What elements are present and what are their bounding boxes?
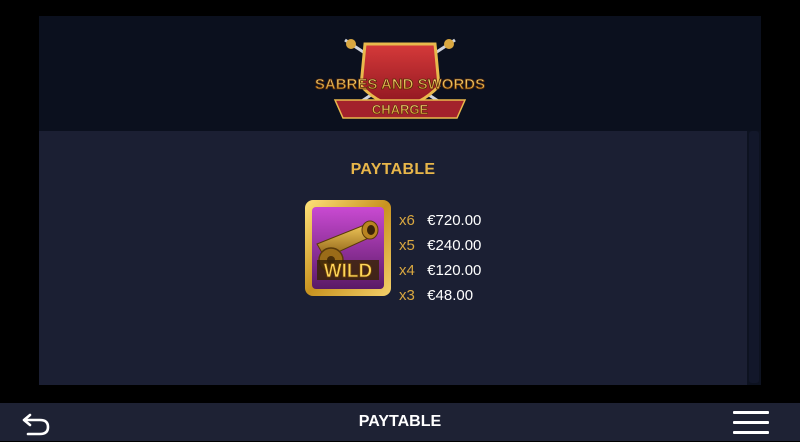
payout-multiplier: x6 <box>399 212 415 229</box>
payout-row: x5 €240.00 <box>399 237 481 262</box>
payout-amount: €120.00 <box>427 262 482 279</box>
paytable-panel: PAYTABLE WILD x6 €720.00 x5 €240.00 x4 €… <box>39 131 747 385</box>
payout-row: x4 €120.00 <box>399 262 481 287</box>
paytable-heading: PAYTABLE <box>350 161 436 178</box>
payout-multiplier: x4 <box>399 262 415 279</box>
logo-title-text: SABRES AND SWORDS <box>315 76 485 93</box>
hamburger-menu-icon[interactable] <box>733 411 769 435</box>
game-frame: SABRES AND SWORDS CHARGE PAYTABLE WILD x… <box>39 16 761 385</box>
payout-list: x6 €720.00 x5 €240.00 x4 €120.00 x3 €48.… <box>399 212 481 312</box>
payout-multiplier: x5 <box>399 237 415 254</box>
payout-amount: €48.00 <box>427 287 474 304</box>
payout-amount: €720.00 <box>427 212 482 229</box>
header: SABRES AND SWORDS CHARGE <box>39 16 761 131</box>
payout-row: x6 €720.00 <box>399 212 481 237</box>
scrollbar-thumb[interactable] <box>749 131 759 383</box>
scrollbar[interactable] <box>747 131 761 385</box>
wild-label: WILD <box>324 261 373 282</box>
game-logo: SABRES AND SWORDS CHARGE <box>315 34 485 130</box>
payout-row: x3 €48.00 <box>399 287 481 312</box>
payout-amount: €240.00 <box>427 237 482 254</box>
logo-graphic: SABRES AND SWORDS CHARGE <box>315 38 485 119</box>
bottom-bar: PAYTABLE <box>0 403 800 441</box>
logo-subtitle-text: CHARGE <box>372 102 429 117</box>
wild-cannon-icon: WILD <box>303 198 393 298</box>
bottom-bar-title: PAYTABLE <box>358 413 442 430</box>
payout-multiplier: x3 <box>399 287 415 304</box>
